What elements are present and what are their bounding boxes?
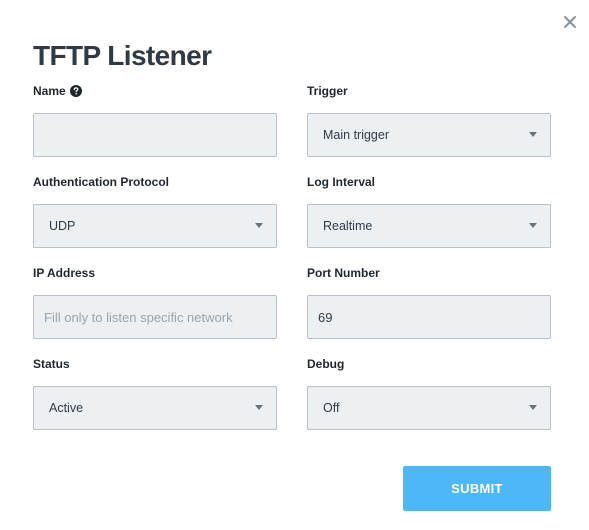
question-circle-icon[interactable] (69, 85, 82, 97)
trigger-field-group: Trigger Main trigger (307, 82, 551, 157)
chevron-down-icon (529, 405, 537, 410)
chevron-down-icon (529, 223, 537, 228)
port-number-input[interactable] (308, 296, 550, 338)
tftp-listener-dialog: TFTP Listener Name Trigger Main trigger … (0, 0, 589, 530)
debug-label: Debug (307, 357, 345, 371)
port-number-label: Port Number (307, 266, 380, 280)
status-field-group: Status Active (33, 355, 277, 430)
trigger-label: Trigger (307, 84, 348, 98)
name-field-group: Name (33, 82, 277, 157)
debug-select[interactable]: Off (307, 386, 551, 430)
auth-protocol-label: Authentication Protocol (33, 175, 169, 189)
close-icon[interactable] (562, 14, 578, 30)
name-label: Name (33, 84, 66, 98)
name-input[interactable] (34, 114, 276, 156)
trigger-select[interactable]: Main trigger (307, 113, 551, 157)
auth-protocol-select-value: UDP (49, 219, 76, 233)
port-number-input-wrapper (307, 295, 551, 339)
auth-protocol-select[interactable]: UDP (33, 204, 277, 248)
ip-address-label: IP Address (33, 266, 96, 280)
ip-address-input-wrapper (33, 295, 277, 339)
port-number-field-group: Port Number (307, 264, 551, 339)
chevron-down-icon (255, 223, 263, 228)
auth-protocol-field-group: Authentication Protocol UDP (33, 173, 277, 248)
ip-address-field-group: IP Address (33, 264, 277, 339)
log-interval-label: Log Interval (307, 175, 376, 189)
chevron-down-icon (529, 132, 537, 137)
log-interval-select[interactable]: Realtime (307, 204, 551, 248)
submit-button[interactable]: SUBMIT (403, 466, 551, 511)
debug-select-value: Off (323, 401, 340, 415)
chevron-down-icon (255, 405, 263, 410)
log-interval-field-group: Log Interval Realtime (307, 173, 551, 248)
dialog-title: TFTP Listener (33, 40, 212, 71)
ip-address-input[interactable] (34, 296, 276, 338)
name-input-wrapper (33, 113, 277, 157)
debug-field-group: Debug Off (307, 355, 551, 430)
status-label: Status (33, 357, 70, 371)
status-select[interactable]: Active (33, 386, 277, 430)
trigger-select-value: Main trigger (323, 128, 389, 142)
log-interval-select-value: Realtime (323, 219, 373, 233)
status-select-value: Active (49, 401, 84, 415)
